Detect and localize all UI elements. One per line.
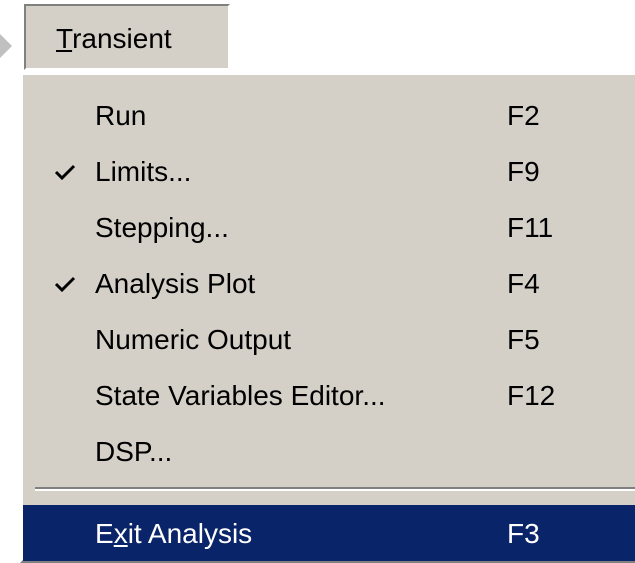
checkmark-icon [54,276,76,292]
menu-item-label: Analysis Plot [95,268,256,299]
menu-item-numeric-output[interactable]: Numeric Output F5 [23,311,635,367]
menu-item-shortcut: F5 [507,324,540,355]
menu-item-shortcut: F9 [507,156,540,187]
menu-item-shortcut: F11 [507,212,554,243]
menu-item-analysis-plot[interactable]: Analysis Plot F4 [23,255,635,311]
arrow-right-icon [0,34,12,58]
menu-item-label: Limits... [95,156,192,187]
menu-item-shortcut: F2 [507,100,540,131]
menu-item-limits[interactable]: Limits... F9 [23,143,635,199]
menu-item-label: Numeric Output [95,324,292,355]
menu-item-shortcut: F3 [507,518,540,549]
menu-item-stepping[interactable]: Stepping... F11 [23,199,635,255]
menu-item-exit-analysis[interactable]: Exit Analysis F3 [23,505,635,561]
menu-item-label: DSP... [95,436,173,467]
menu-item-label: Run [95,100,147,131]
menu-item-run[interactable]: Run F2 [23,87,635,143]
menu-item-shortcut: F4 [507,268,540,299]
menu-separator [35,487,635,491]
menu-item-state-variables-editor[interactable]: State Variables Editor... F12 [23,367,635,423]
transient-dropdown-menu: Run F2 Limits... F9 Stepping... F11 Anal… [20,72,635,563]
checkmark-icon [54,164,76,180]
menu-item-label: Exit Analysis [95,518,253,549]
menu-item-label: Stepping... [95,212,229,243]
menu-transient[interactable]: Transient [24,4,230,70]
menu-transient-label: Transient [56,23,172,54]
menu-item-shortcut: F12 [507,380,556,411]
menu-item-label: State Variables Editor... [95,380,386,411]
menu-item-dsp[interactable]: DSP... [23,423,635,479]
